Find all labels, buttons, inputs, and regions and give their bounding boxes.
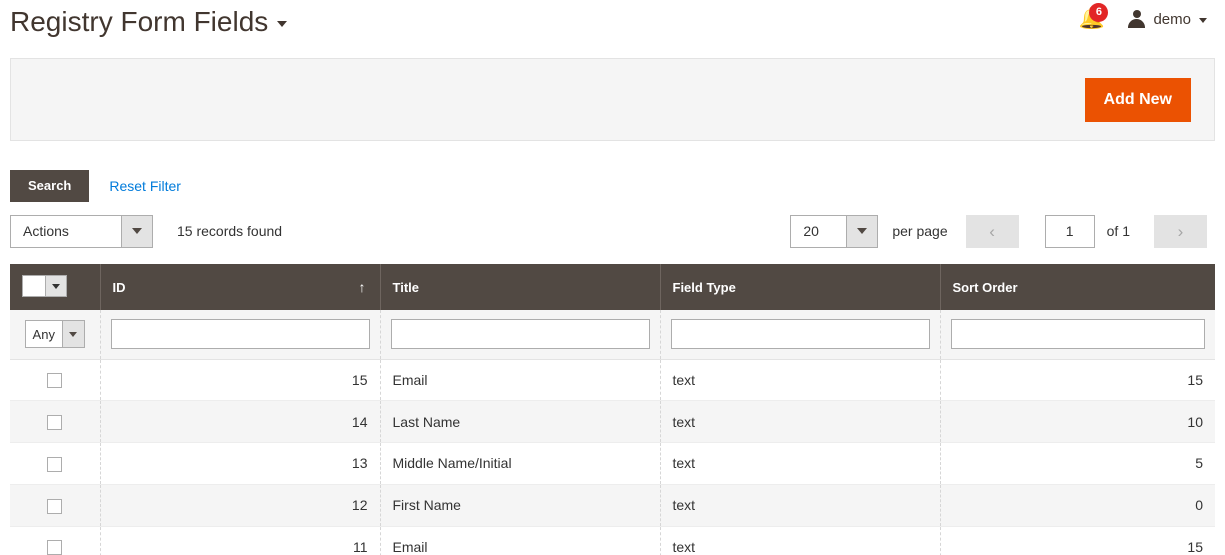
reset-filter-link[interactable]: Reset Filter bbox=[109, 178, 181, 194]
cell-field-type: text bbox=[660, 400, 941, 444]
filter-input-title[interactable] bbox=[390, 319, 650, 350]
page-title-group: Registry Form Fields bbox=[10, 0, 288, 44]
column-header-id[interactable]: ID ↑ bbox=[100, 264, 381, 310]
chevron-left-icon: ‹ bbox=[989, 221, 995, 241]
add-new-button[interactable]: Add New bbox=[1084, 77, 1191, 122]
select-all-dropdown[interactable] bbox=[22, 275, 67, 297]
filter-row: Any bbox=[10, 310, 1215, 360]
header-right-group: 🔔 6 demo bbox=[1078, 2, 1207, 36]
cell-sort-order: 15 bbox=[940, 526, 1215, 555]
cell-field-type: text bbox=[660, 359, 941, 402]
chevron-down-icon bbox=[121, 215, 152, 247]
arrow-up-icon: ↑ bbox=[358, 279, 366, 295]
filter-input-sort-order[interactable] bbox=[950, 319, 1205, 350]
filter-input-id[interactable] bbox=[110, 319, 370, 350]
grid-toolbar: Actions 15 records found 20 per page ‹ o… bbox=[10, 214, 1215, 248]
row-select-cell bbox=[10, 359, 101, 402]
table-row[interactable]: 15 Email text 15 bbox=[10, 359, 1215, 402]
column-header-id-label: ID bbox=[112, 279, 126, 295]
table-row[interactable]: 13 Middle Name/Initial text 5 bbox=[10, 442, 1215, 485]
page-title: Registry Form Fields bbox=[10, 6, 269, 37]
filter-cell-title bbox=[380, 310, 661, 360]
column-header-title-label: Title bbox=[392, 279, 420, 295]
cell-title: Middle Name/Initial bbox=[380, 442, 661, 485]
column-header-sort-order-label: Sort Order bbox=[952, 279, 1018, 295]
page-header: Registry Form Fields 🔔 6 demo bbox=[0, 0, 1225, 48]
filter-cell-select: Any bbox=[10, 310, 101, 360]
cell-id: 14 bbox=[100, 400, 381, 444]
row-checkbox[interactable] bbox=[47, 373, 63, 389]
chevron-down-icon bbox=[846, 215, 878, 247]
registry-form-fields-table: ID ↑ Title Field Type Sort Order Any 15 … bbox=[10, 264, 1215, 555]
chevron-down-icon bbox=[1199, 18, 1207, 23]
table-filter-body: Any bbox=[10, 310, 1215, 360]
filter-cell-id bbox=[100, 310, 381, 360]
records-found-label: 15 records found bbox=[177, 223, 283, 239]
row-checkbox[interactable] bbox=[47, 456, 63, 472]
total-pages-label: of 1 bbox=[1106, 223, 1130, 239]
chevron-down-icon[interactable] bbox=[277, 21, 288, 27]
cell-field-type: text bbox=[660, 526, 941, 555]
row-select-cell bbox=[10, 526, 101, 555]
user-icon bbox=[1128, 10, 1146, 28]
cell-id: 15 bbox=[100, 359, 381, 402]
table-head: ID ↑ Title Field Type Sort Order bbox=[10, 264, 1215, 310]
user-menu[interactable]: demo bbox=[1128, 10, 1207, 28]
cell-sort-order: 15 bbox=[940, 359, 1215, 402]
cell-sort-order: 0 bbox=[940, 484, 1215, 527]
actions-select-value: Actions bbox=[11, 215, 121, 247]
next-page-button[interactable]: › bbox=[1154, 214, 1207, 248]
previous-page-button[interactable]: ‹ bbox=[965, 214, 1019, 248]
column-header-sort-order[interactable]: Sort Order bbox=[940, 264, 1215, 310]
cell-field-type: text bbox=[660, 484, 941, 527]
cell-title: Email bbox=[380, 526, 661, 555]
filter-input-field-type[interactable] bbox=[670, 319, 930, 350]
cell-id: 11 bbox=[100, 526, 381, 555]
row-select-cell bbox=[10, 442, 101, 485]
cell-title: Email bbox=[380, 359, 661, 402]
column-header-title[interactable]: Title bbox=[380, 264, 661, 310]
row-checkbox[interactable] bbox=[47, 415, 63, 431]
row-select-cell bbox=[10, 484, 101, 527]
per-page-label: per page bbox=[892, 223, 948, 239]
select-all-field bbox=[23, 276, 45, 296]
filter-cell-sort-order bbox=[940, 310, 1215, 360]
column-header-select-all bbox=[10, 264, 101, 310]
current-page-input[interactable] bbox=[1044, 214, 1095, 248]
filter-any-select[interactable]: Any bbox=[24, 320, 85, 349]
page-actions-bar: Add New bbox=[10, 58, 1215, 141]
chevron-right-icon: › bbox=[1177, 221, 1184, 241]
cell-id: 12 bbox=[100, 484, 381, 527]
column-header-field-type[interactable]: Field Type bbox=[660, 264, 941, 310]
table-body: 15 Email text 15 14 Last Name text 10 13 Middle N… bbox=[10, 359, 1215, 555]
cell-sort-order: 5 bbox=[940, 442, 1215, 485]
cell-title: Last Name bbox=[380, 400, 661, 444]
pagination-controls: 20 per page ‹ of 1 › bbox=[790, 214, 1207, 248]
table-row[interactable]: 12 First Name text 0 bbox=[10, 484, 1215, 527]
user-name-label: demo bbox=[1153, 10, 1191, 28]
actions-select[interactable]: Actions bbox=[10, 214, 153, 248]
per-page-select-value: 20 bbox=[791, 215, 847, 247]
cell-title: First Name bbox=[380, 484, 661, 527]
column-header-field-type-label: Field Type bbox=[672, 279, 736, 295]
table-row[interactable]: 11 Email text 15 bbox=[10, 526, 1215, 555]
cell-id: 13 bbox=[100, 442, 381, 485]
filter-actions-bar: Search Reset Filter bbox=[10, 169, 1215, 202]
per-page-select[interactable]: 20 bbox=[790, 214, 879, 248]
chevron-down-icon bbox=[45, 276, 66, 296]
row-select-cell bbox=[10, 400, 101, 444]
table-row[interactable]: 14 Last Name text 10 bbox=[10, 400, 1215, 444]
search-button[interactable]: Search bbox=[10, 169, 90, 202]
notifications-button[interactable]: 🔔 6 bbox=[1078, 3, 1109, 32]
grid-container: ID ↑ Title Field Type Sort Order Any 15 … bbox=[10, 264, 1215, 555]
filter-cell-field-type bbox=[660, 310, 941, 360]
row-checkbox[interactable] bbox=[47, 540, 63, 555]
row-checkbox[interactable] bbox=[47, 498, 63, 514]
notifications-count-badge: 6 bbox=[1089, 3, 1109, 22]
cell-sort-order: 10 bbox=[940, 400, 1215, 444]
filter-any-select-value: Any bbox=[32, 326, 55, 342]
chevron-down-icon bbox=[61, 321, 84, 348]
cell-field-type: text bbox=[660, 442, 941, 485]
table-header-row: ID ↑ Title Field Type Sort Order bbox=[10, 264, 1215, 310]
